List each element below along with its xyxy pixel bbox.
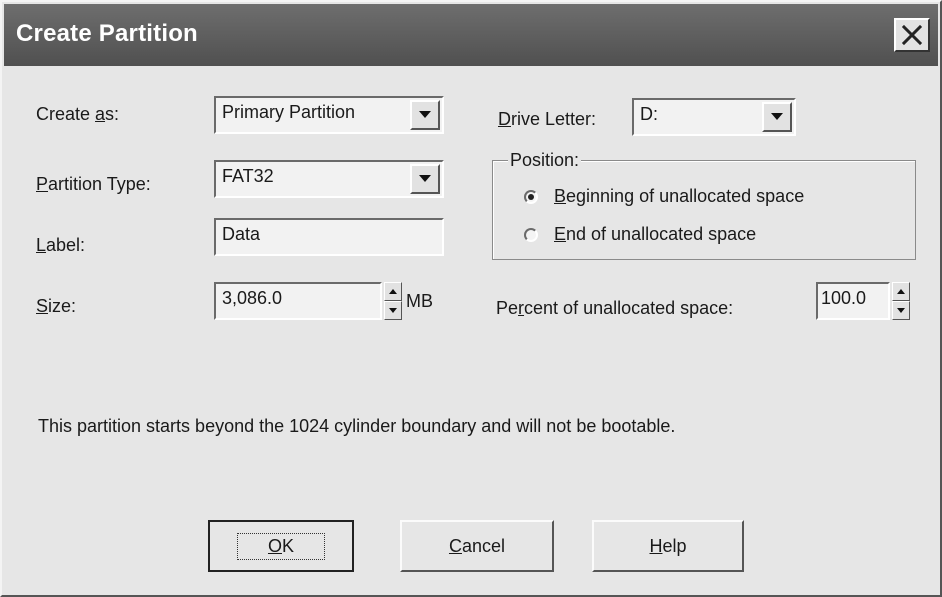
drive-letter-value: D:	[640, 104, 658, 124]
close-button[interactable]	[894, 18, 930, 52]
size-input[interactable]: 3,086.0	[214, 282, 382, 320]
percent-input[interactable]: 100.0	[816, 282, 890, 320]
chevron-down-icon	[419, 111, 431, 118]
size-spinner[interactable]	[384, 282, 402, 320]
title-bar: Create Partition	[4, 4, 938, 66]
position-group-title: Position:	[508, 150, 582, 171]
size-spin-down[interactable]	[384, 301, 402, 320]
ok-button-label: OK	[236, 532, 326, 560]
percent-spin-up[interactable]	[892, 282, 910, 301]
radio-beginning-label[interactable]: Beginning of unallocated space	[554, 186, 804, 207]
drive-letter-label: Drive Letter:	[498, 109, 597, 129]
chevron-down-icon	[419, 175, 431, 182]
percent-value: 100.0	[821, 288, 867, 308]
cancel-button[interactable]: Cancel	[400, 520, 554, 572]
create-partition-dialog: Create Partition Create as: Primary Part…	[0, 0, 942, 597]
create-as-dropdown-button[interactable]	[410, 100, 440, 130]
create-as-value: Primary Partition	[222, 102, 356, 122]
radio-end-label[interactable]: End of unallocated space	[554, 224, 756, 245]
help-button-label: Help	[649, 535, 687, 556]
size-unit: MB	[406, 291, 433, 311]
help-button[interactable]: Help	[592, 520, 744, 572]
arrow-down-icon	[897, 308, 905, 313]
partition-type-dropdown-button[interactable]	[410, 164, 440, 194]
partition-type-label: Partition Type:	[36, 174, 151, 194]
close-icon	[901, 24, 923, 46]
size-spin-up[interactable]	[384, 282, 402, 301]
dialog-title: Create Partition	[16, 20, 198, 47]
percent-spinner[interactable]	[892, 282, 910, 320]
partition-type-value: FAT32	[222, 166, 274, 186]
percent-spin-down[interactable]	[892, 301, 910, 320]
drive-letter-dropdown[interactable]: D:	[632, 98, 796, 136]
create-as-label: Create as:	[36, 104, 120, 124]
label-field-label: Label:	[36, 235, 86, 255]
boot-warning-message: This partition starts beyond the 1024 cy…	[38, 416, 676, 436]
create-as-dropdown[interactable]: Primary Partition	[214, 96, 444, 134]
size-value: 3,086.0	[222, 288, 283, 308]
chevron-down-icon	[771, 113, 783, 120]
size-label: Size:	[36, 296, 77, 316]
radio-beginning[interactable]	[524, 190, 538, 204]
cancel-button-label: Cancel	[448, 535, 506, 556]
label-input-value: Data	[222, 224, 261, 244]
arrow-up-icon	[389, 289, 397, 294]
drive-letter-dropdown-button[interactable]	[762, 102, 792, 132]
radio-end[interactable]	[524, 228, 538, 242]
position-group	[492, 160, 916, 260]
arrow-up-icon	[897, 289, 905, 294]
percent-label: Percent of unallocated space:	[496, 298, 734, 318]
arrow-down-icon	[389, 308, 397, 313]
partition-type-dropdown[interactable]: FAT32	[214, 160, 444, 198]
label-input[interactable]: Data	[214, 218, 444, 256]
ok-button[interactable]: OK	[208, 520, 354, 572]
